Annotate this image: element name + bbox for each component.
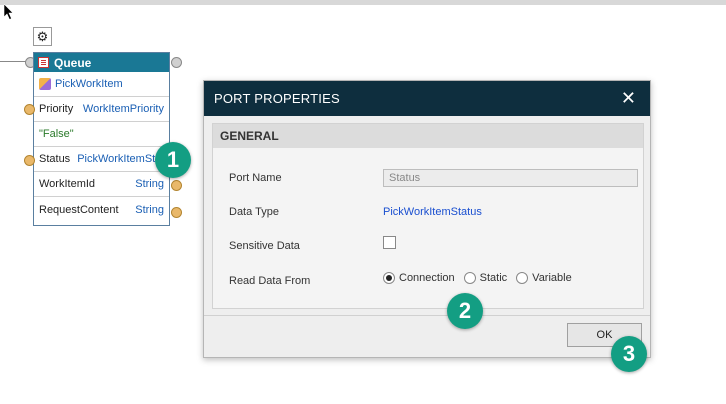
footer-divider xyxy=(204,315,650,316)
radio-label: Connection xyxy=(399,272,455,284)
port-row-priority[interactable]: Priority WorkItemPriority xyxy=(34,97,169,122)
port-name-field[interactable]: Status xyxy=(383,169,638,187)
output-port-requestcontent[interactable] xyxy=(171,207,182,218)
pointer-cursor-icon xyxy=(4,4,14,20)
port-label: WorkItemId xyxy=(39,178,96,190)
dialog-title: PORT PROPERTIES xyxy=(204,81,650,116)
queue-icon xyxy=(38,57,49,68)
callout-3: 3 xyxy=(611,336,647,372)
input-connection-wire xyxy=(0,61,26,62)
radio-option-static[interactable]: Static xyxy=(463,272,508,284)
port-static-value: "False" xyxy=(39,128,74,140)
gear-icon[interactable]: ⚙ xyxy=(33,27,52,46)
sensitive-data-checkbox[interactable] xyxy=(383,236,396,249)
radio-button-selected[interactable] xyxy=(383,272,395,284)
read-data-from-radio-group: Connection Static Variable xyxy=(383,272,581,284)
node-subtitle: PickWorkItem xyxy=(55,78,123,90)
radio-button[interactable] xyxy=(463,272,476,284)
port-type: String xyxy=(135,203,164,216)
node-subtitle-row[interactable]: PickWorkItem xyxy=(34,72,169,97)
node-header[interactable]: Queue xyxy=(34,53,169,72)
radio-option-variable[interactable]: Variable xyxy=(516,272,572,284)
queue-node[interactable]: Queue PickWorkItem Priority WorkItemPrio… xyxy=(33,52,170,226)
node-title: Queue xyxy=(54,55,92,70)
sensitive-data-label: Sensitive Data xyxy=(229,240,300,252)
canvas-top-border xyxy=(0,0,726,5)
general-section: GENERAL Port Name Status Data Type PickW… xyxy=(212,123,644,309)
radio-button[interactable] xyxy=(516,272,529,284)
port-row-static-value[interactable]: "False" xyxy=(34,122,169,147)
port-row-workitemid[interactable]: WorkItemId String xyxy=(34,172,169,197)
data-type-label: Data Type xyxy=(229,206,279,218)
port-row-status[interactable]: Status PickWorkItemStatus xyxy=(34,147,169,172)
port-row-requestcontent[interactable]: RequestContent String xyxy=(34,197,169,222)
port-label: RequestContent xyxy=(39,203,119,216)
read-data-from-label: Read Data From xyxy=(229,275,311,287)
port-label: Status xyxy=(39,153,71,165)
port-type: WorkItemPriority xyxy=(82,103,164,115)
input-port-status[interactable] xyxy=(24,155,35,166)
port-name-label: Port Name xyxy=(229,172,282,184)
radio-option-connection[interactable]: Connection xyxy=(383,272,455,284)
port-name-value: Status xyxy=(389,172,421,184)
output-port-workitemid[interactable] xyxy=(171,180,182,191)
radio-label: Static xyxy=(479,272,508,284)
input-port-priority[interactable] xyxy=(24,104,35,115)
output-port-header[interactable] xyxy=(171,57,182,68)
radio-label: Variable xyxy=(532,272,572,284)
port-label: Priority xyxy=(39,103,74,115)
section-header: GENERAL xyxy=(213,124,643,148)
action-icon xyxy=(39,78,51,90)
data-type-value: PickWorkItemStatus xyxy=(383,206,482,218)
callout-1: 1 xyxy=(155,142,191,178)
port-properties-dialog: PORT PROPERTIES ✕ GENERAL Port Name Stat… xyxy=(203,80,651,358)
close-icon[interactable]: ✕ xyxy=(621,88,636,108)
port-type: String xyxy=(135,178,164,190)
callout-2: 2 xyxy=(447,293,483,329)
